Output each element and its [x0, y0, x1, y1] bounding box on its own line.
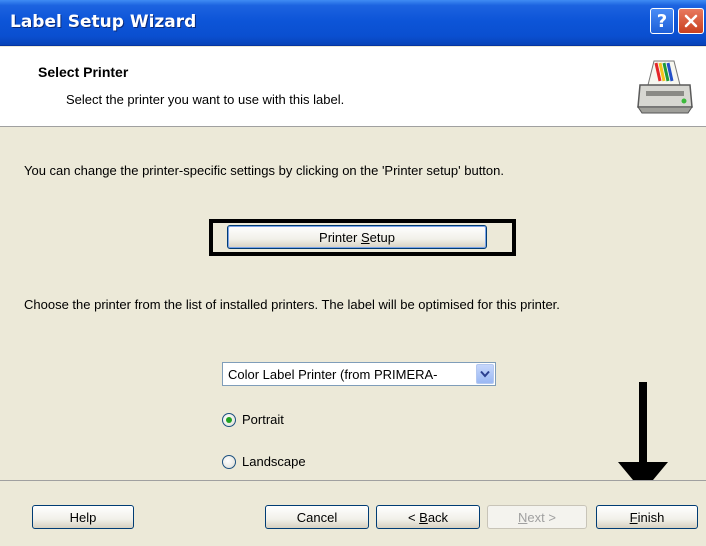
printer-setup-button[interactable]: Printer Setup — [227, 225, 487, 249]
next-label-suffix: ext > — [527, 509, 556, 525]
finish-button[interactable]: Finish — [596, 505, 698, 529]
landscape-option[interactable]: Landscape — [222, 454, 306, 469]
wizard-window: Label Setup Wizard ? Select Printer Sele… — [0, 0, 706, 546]
printer-setup-accelerator: S — [360, 229, 370, 245]
printer-select-value: Color Label Printer (from PRIMERA- — [228, 367, 438, 382]
close-icon — [684, 14, 698, 28]
printer-select[interactable]: Color Label Printer (from PRIMERA- — [222, 362, 496, 386]
help-icon: ? — [656, 10, 668, 32]
page-title: Select Printer — [38, 64, 129, 80]
window-title: Label Setup Wizard — [10, 12, 197, 32]
printer-icon — [637, 60, 693, 114]
printer-setup-label-suffix: etup — [369, 229, 395, 245]
choose-printer-instructions: Choose the printer from the list of inst… — [24, 297, 560, 312]
portrait-option[interactable]: Portrait — [222, 412, 284, 427]
cancel-button[interactable]: Cancel — [265, 505, 369, 529]
help-button-label: Help — [69, 509, 97, 525]
printer-setup-label-prefix: Printer — [319, 229, 361, 245]
wizard-header: Select Printer Select the printer you wa… — [0, 47, 706, 127]
chevron-down-icon — [480, 370, 490, 378]
title-help-button[interactable]: ? — [650, 8, 674, 34]
back-label-prefix: < — [407, 509, 420, 525]
down-arrow-annotation — [618, 382, 668, 492]
landscape-radio[interactable] — [222, 454, 236, 469]
title-close-button[interactable] — [678, 8, 704, 34]
finish-label-suffix: inish — [637, 509, 665, 525]
portrait-label: Portrait — [242, 412, 284, 427]
printer-setup-instructions: You can change the printer-specific sett… — [24, 163, 504, 178]
back-button[interactable]: < Back — [376, 505, 480, 529]
cancel-button-label: Cancel — [296, 509, 338, 525]
finish-accelerator: F — [629, 509, 638, 525]
landscape-label: Landscape — [242, 454, 306, 469]
radio-selected-dot — [226, 416, 232, 423]
wizard-body: You can change the printer-specific sett… — [0, 128, 706, 492]
title-bar[interactable]: Label Setup Wizard ? — [0, 0, 706, 46]
back-label-suffix: ack — [427, 509, 449, 525]
help-button[interactable]: Help — [32, 505, 134, 529]
back-accelerator: B — [419, 509, 428, 525]
dropdown-button[interactable] — [476, 364, 494, 384]
next-accelerator: N — [518, 509, 528, 525]
portrait-radio[interactable] — [222, 412, 236, 427]
next-button[interactable]: Next > — [487, 505, 587, 529]
wizard-footer: Help Cancel < Back Next > Finish — [0, 480, 706, 546]
page-subtitle: Select the printer you want to use with … — [66, 92, 345, 107]
